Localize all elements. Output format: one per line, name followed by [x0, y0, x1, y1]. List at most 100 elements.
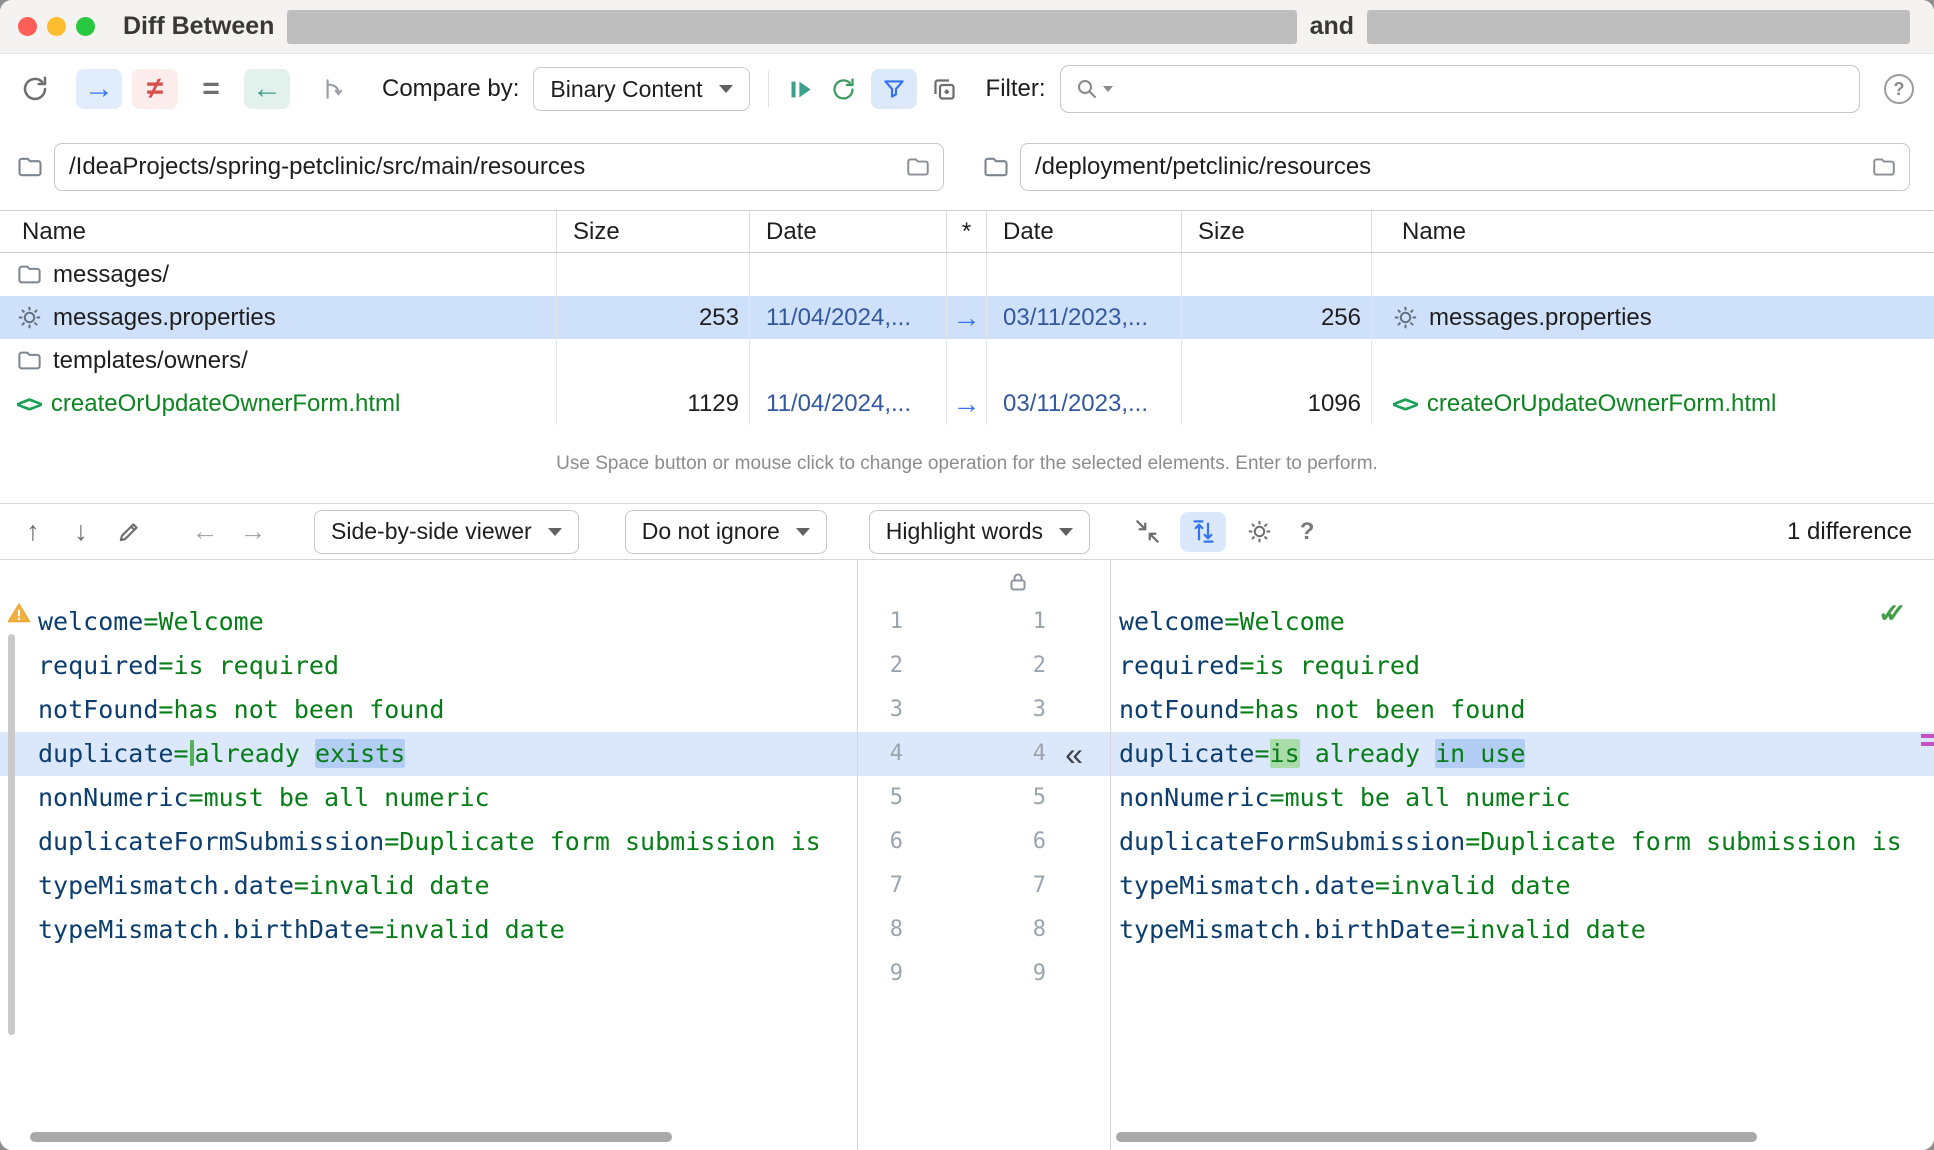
right-path-input[interactable] — [1021, 153, 1909, 181]
error-stripe-change-marker[interactable] — [1921, 734, 1934, 738]
left-vertical-scrollbar[interactable] — [8, 634, 15, 1035]
code-line: nonNumeric=must be all numeric — [38, 776, 856, 820]
folder-icon — [982, 153, 1010, 181]
copy-left-to-right-button[interactable]: → — [76, 69, 122, 109]
line-number: 1 — [889, 609, 903, 634]
col-left-date[interactable]: Date — [750, 211, 947, 252]
diff-help-button[interactable]: ? — [1292, 519, 1322, 544]
right-horizontal-scrollbar[interactable] — [1116, 1132, 1757, 1142]
cell-left-size — [557, 339, 750, 382]
cell-right-date — [987, 339, 1182, 382]
compare-by-label: Compare by: — [382, 75, 520, 102]
table-row[interactable]: <> createOrUpdateOwnerForm.html 1129 11/04/… — [0, 382, 1934, 425]
split-view-icon[interactable] — [787, 76, 814, 103]
filter-search-field[interactable] — [1059, 65, 1860, 113]
minimize-window-button[interactable] — [47, 17, 66, 36]
filter-search-input[interactable] — [1124, 75, 1845, 103]
collapse-unchanged-button[interactable] — [1132, 518, 1162, 545]
refresh-icon[interactable] — [20, 74, 50, 104]
col-left-name[interactable]: Name — [0, 211, 557, 252]
previous-difference-button[interactable]: ↑ — [18, 518, 48, 545]
edit-button[interactable] — [114, 519, 144, 545]
cell-right-name — [1372, 253, 1934, 296]
warning-icon[interactable] — [6, 600, 32, 631]
navigate-forward-button[interactable]: → — [238, 518, 268, 545]
lock-icon[interactable] — [1006, 570, 1030, 599]
col-right-name[interactable]: Name — [1372, 211, 1934, 252]
exclude-not-equal-button[interactable]: ≠ — [132, 69, 178, 109]
cell-right-name: messages.properties — [1372, 296, 1934, 339]
code-line: required=is required — [38, 644, 856, 688]
next-difference-button[interactable]: ↓ — [66, 518, 96, 545]
compare-by-dropdown[interactable]: Binary Content — [533, 67, 750, 111]
help-button[interactable]: ? — [1884, 74, 1914, 104]
col-operation[interactable]: * — [947, 211, 987, 252]
copy-plus-icon[interactable] — [931, 76, 958, 103]
chevron-down-icon — [718, 85, 733, 93]
highlight-mode-dropdown[interactable]: Highlight words — [868, 509, 1091, 554]
viewer-mode-dropdown[interactable]: Side-by-side viewer — [314, 509, 579, 554]
transfer-right-icon[interactable]: → — [953, 303, 981, 332]
close-window-button[interactable] — [18, 17, 37, 36]
cell-left-date — [750, 253, 947, 296]
settings-button[interactable] — [1244, 518, 1274, 545]
transfer-right-icon[interactable]: → — [953, 389, 981, 418]
cell-right-size — [1182, 253, 1372, 296]
code-line: notFound=has not been found — [1119, 688, 1934, 732]
ignore-policy-dropdown[interactable]: Do not ignore — [624, 509, 827, 554]
left-path-input[interactable] — [55, 153, 943, 181]
table-row[interactable]: templates/owners/ — [0, 339, 1934, 382]
filter-button[interactable] — [870, 69, 917, 109]
code-line: duplicateFormSubmission=Duplicate form s… — [38, 820, 856, 864]
code-segment: typeMismatch.date — [38, 871, 294, 900]
code-segment: nonNumeric — [38, 783, 189, 812]
cell-right-size — [1182, 339, 1372, 382]
cell-right-name: <> createOrUpdateOwnerForm.html — [1372, 382, 1934, 425]
redacted-title-segment — [287, 9, 1297, 44]
right-editor[interactable]: welcome=Welcome required=is required notFo… — [1111, 600, 1934, 952]
left-editor[interactable]: welcome=Welcome required=is required notFo… — [0, 600, 856, 952]
browse-folder-icon[interactable] — [905, 154, 931, 180]
line-number: 6 — [1032, 829, 1046, 854]
code-segment: =invalid date — [369, 915, 565, 944]
cell-left-size: 253 — [557, 296, 750, 339]
curved-arrow-icon[interactable] — [320, 76, 346, 102]
col-left-size[interactable]: Size — [557, 211, 750, 252]
left-horizontal-scrollbar[interactable] — [30, 1132, 672, 1142]
table-row[interactable]: messages.properties 253 11/04/2024,... → 03/… — [0, 296, 1934, 339]
file-table-header: Name Size Date * Date Size Name — [0, 210, 1934, 253]
cell-left-name: messages/ — [0, 253, 557, 296]
highlight-mode-value: Highlight words — [885, 518, 1044, 544]
navigate-back-button[interactable]: ← — [190, 518, 220, 545]
copy-right-to-left-button[interactable]: ← — [244, 69, 290, 109]
search-history-chevron-icon[interactable] — [1102, 86, 1113, 92]
code-segment: =must be all numeric — [1269, 783, 1571, 812]
difference-count: 1 difference — [1787, 517, 1912, 545]
line-number: 8 — [1032, 917, 1046, 942]
error-stripe-change-marker[interactable] — [1921, 742, 1934, 746]
code-segment: in use — [1435, 739, 1526, 768]
cell-operation: → — [947, 382, 987, 425]
left-path-group — [0, 143, 968, 191]
zoom-window-button[interactable] — [76, 17, 95, 36]
rescan-icon[interactable] — [830, 76, 857, 103]
line-number: 5 — [1032, 785, 1046, 810]
code-line: welcome=Welcome — [38, 600, 856, 644]
code-line: duplicate= already exists — [38, 732, 856, 776]
left-path-field — [54, 143, 944, 191]
synchronize-scrolling-button[interactable] — [1180, 511, 1227, 552]
cell-left-size: 1129 — [557, 382, 750, 425]
browse-folder-icon[interactable] — [1871, 154, 1897, 180]
search-icon[interactable] — [1075, 77, 1099, 101]
code-segment: exists — [314, 739, 406, 768]
right-path-group — [968, 143, 1934, 191]
col-right-date[interactable]: Date — [987, 211, 1182, 252]
cell-left-name: <> createOrUpdateOwnerForm.html — [0, 382, 557, 425]
equal-filter-button[interactable]: = — [188, 69, 234, 109]
apply-change-left-button[interactable]: « — [1050, 732, 1098, 776]
table-row[interactable]: messages/ — [0, 253, 1934, 296]
col-right-size[interactable]: Size — [1182, 211, 1372, 252]
code-segment: already — [194, 739, 315, 768]
cell-left-size — [557, 253, 750, 296]
code-line: typeMismatch.date=invalid date — [38, 864, 856, 908]
